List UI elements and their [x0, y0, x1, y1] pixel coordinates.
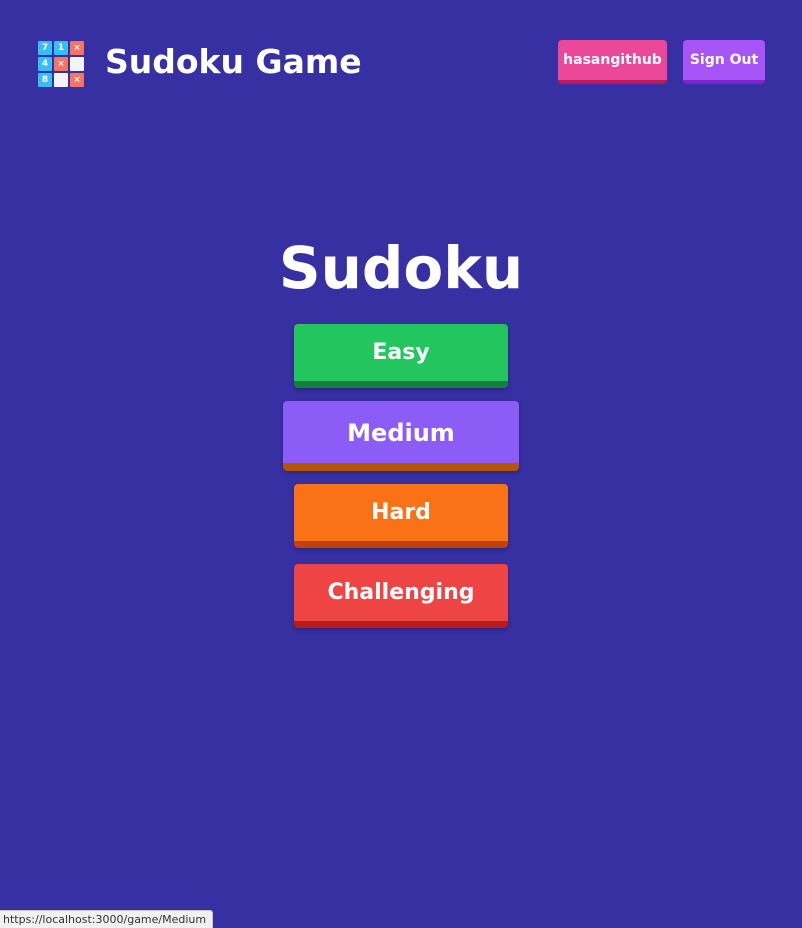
logo-cell: [54, 73, 68, 87]
sudoku-grid-icon[interactable]: 7 1 × 4 × 8 ×: [38, 41, 84, 87]
easy-level-button[interactable]: Easy: [294, 324, 508, 388]
medium-level-button[interactable]: Medium: [283, 401, 519, 471]
app-title[interactable]: Sudoku Game: [105, 38, 362, 86]
logo-cell: 1: [54, 41, 68, 55]
sign-out-button[interactable]: Sign Out: [683, 40, 765, 84]
logo-cell: ×: [70, 73, 84, 87]
header: 7 1 × 4 × 8 × Sudoku Game hasangithub Si…: [0, 0, 802, 128]
logo-cell: 7: [38, 41, 52, 55]
link-preview-status-bar: https://localhost:3000/game/Medium: [0, 910, 214, 928]
logo-cell: [70, 57, 84, 71]
logo-cell: 4: [38, 57, 52, 71]
hard-level-button[interactable]: Hard: [294, 484, 508, 548]
logo-cell: ×: [54, 57, 68, 71]
page: 7 1 × 4 × 8 × Sudoku Game hasangithub Si…: [0, 0, 802, 928]
user-profile-button[interactable]: hasangithub: [558, 40, 667, 84]
logo-cell: 8: [38, 73, 52, 87]
page-title: Sudoku: [278, 234, 524, 302]
logo-cell: ×: [70, 41, 84, 55]
challenging-level-button[interactable]: Challenging: [294, 564, 508, 628]
